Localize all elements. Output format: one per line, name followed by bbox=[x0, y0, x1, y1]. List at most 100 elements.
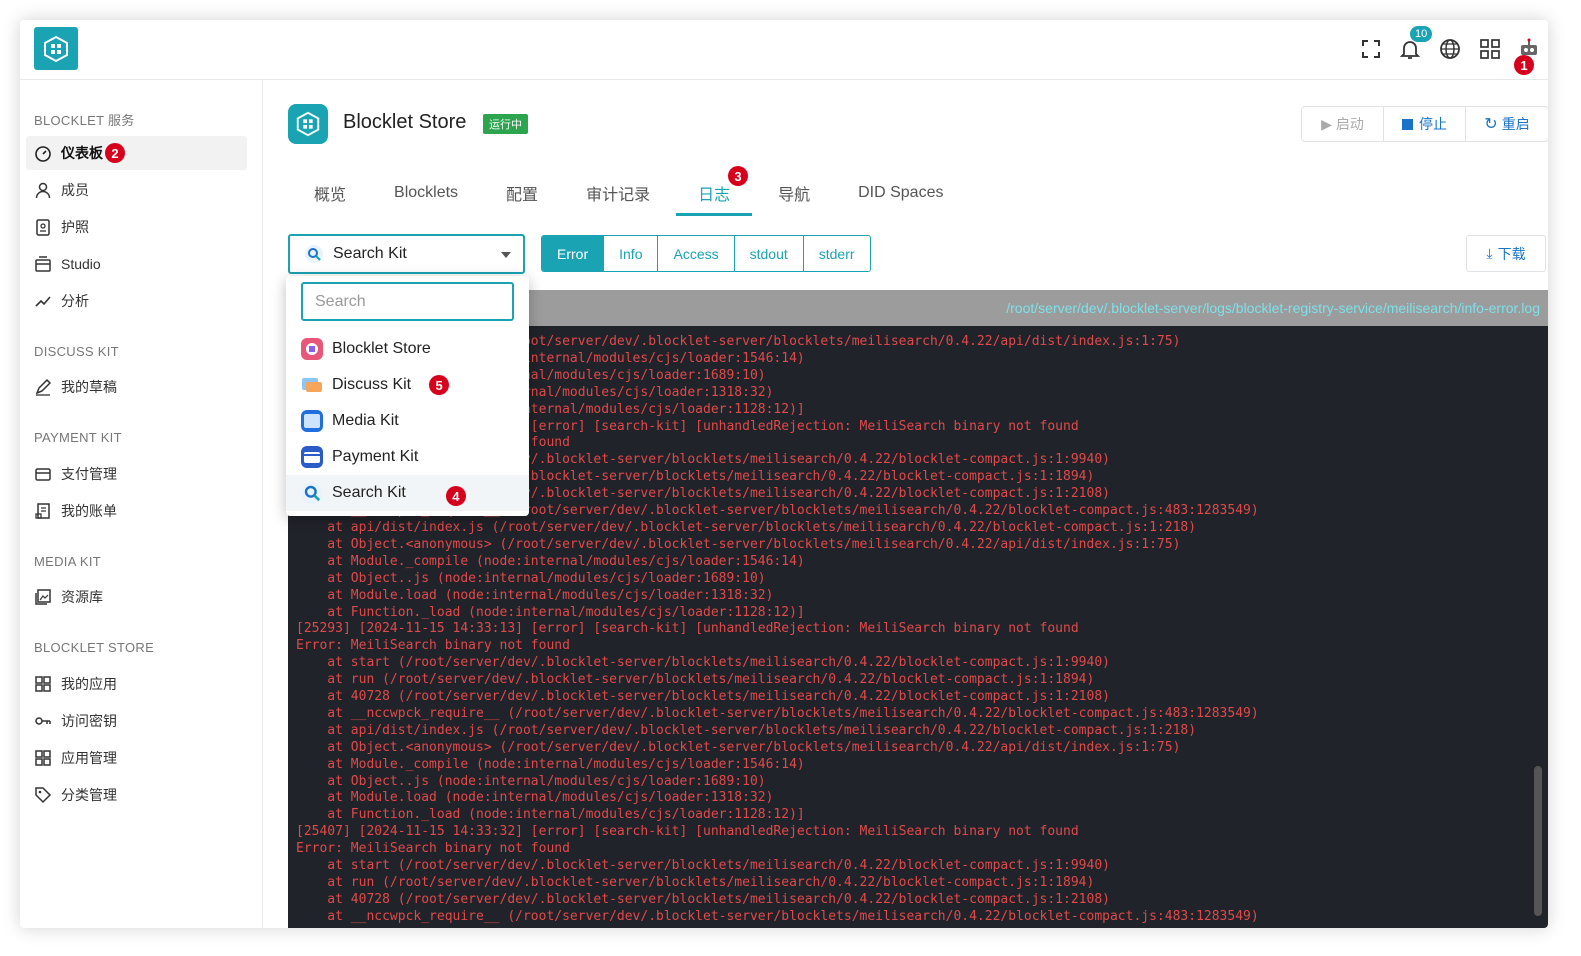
apps-grid-icon[interactable] bbox=[1477, 36, 1503, 62]
sidebar-item-dashboard[interactable]: 仪表板 2 bbox=[26, 136, 247, 170]
marker-2: 2 bbox=[105, 143, 125, 163]
start-button[interactable]: ▶ 启动 bbox=[1302, 107, 1384, 141]
sidebar-item-studio[interactable]: Studio bbox=[26, 247, 247, 281]
log-scrollbar[interactable] bbox=[1534, 766, 1542, 916]
sidebar-section-title: PAYMENT KIT bbox=[34, 430, 122, 445]
log-type-access[interactable]: Access bbox=[658, 236, 735, 271]
tab-navigation[interactable]: 导航 bbox=[754, 170, 834, 216]
sidebar-item-label: 支付管理 bbox=[61, 466, 117, 482]
tab-did-spaces[interactable]: DID Spaces bbox=[834, 170, 967, 216]
stop-button[interactable]: 停止 bbox=[1384, 107, 1466, 141]
sidebar-item-drafts[interactable]: 我的草稿 bbox=[26, 370, 247, 404]
marker-5: 5 bbox=[429, 375, 450, 395]
marker-4: 4 bbox=[445, 486, 466, 506]
sidebar-item-members[interactable]: 成员 bbox=[26, 173, 247, 207]
media-kit-icon bbox=[301, 410, 323, 432]
sidebar-item-label: 分析 bbox=[61, 293, 89, 309]
user-icon bbox=[35, 182, 51, 199]
sidebar-item-label: 资源库 bbox=[61, 589, 103, 605]
restart-button[interactable]: ↻ 重启 bbox=[1466, 107, 1548, 141]
sidebar-item-my-bills[interactable]: 我的账单 bbox=[26, 494, 247, 528]
sidebar-item-label: 我的草稿 bbox=[61, 379, 117, 395]
log-line: at Object..js (node:internal/modules/cjs… bbox=[296, 773, 766, 789]
app-action-group: ▶ 启动 停止 ↻ 重启 bbox=[1301, 106, 1548, 142]
tab-blocklets[interactable]: Blocklets bbox=[370, 170, 482, 216]
log-line: at Function._load (node:internal/modules… bbox=[296, 604, 805, 620]
fullscreen-icon[interactable] bbox=[1358, 36, 1384, 62]
sidebar-item-label: 护照 bbox=[61, 219, 89, 235]
log-line: at Module._compile (node:internal/module… bbox=[296, 756, 805, 772]
restart-icon: ↻ bbox=[1484, 116, 1498, 133]
passport-icon bbox=[36, 219, 50, 236]
search-kit-icon bbox=[301, 482, 323, 504]
apps-icon bbox=[35, 676, 51, 692]
log-line: at Object..js (node:internal/modules/cjs… bbox=[296, 570, 766, 586]
draft-icon bbox=[35, 378, 52, 396]
log-type-error[interactable]: Error bbox=[542, 236, 605, 271]
log-line: at api/dist/index.js (/root/server/dev/.… bbox=[296, 519, 1197, 535]
dashboard-icon bbox=[35, 146, 51, 162]
marker-3: 3 bbox=[728, 166, 748, 186]
log-line: at api/dist/index.js (/root/server/dev/.… bbox=[296, 722, 1197, 738]
dropdown-option-discuss-kit[interactable]: Discuss Kit 5 bbox=[286, 367, 529, 403]
sidebar-item-label: Studio bbox=[61, 256, 101, 272]
log-type-stdout[interactable]: stdout bbox=[734, 236, 804, 271]
blocklet-store-icon bbox=[301, 338, 323, 360]
globe-icon[interactable] bbox=[1437, 36, 1463, 62]
download-button[interactable]: ⤓ 下载 bbox=[1466, 235, 1546, 272]
tab-audit-log[interactable]: 审计记录 bbox=[562, 170, 674, 216]
tab-bar: 概览 Blocklets 配置 审计记录 日志 导航 DID Spaces bbox=[290, 170, 967, 216]
app-icon bbox=[288, 104, 328, 144]
log-source-select[interactable]: Search Kit bbox=[288, 234, 525, 274]
sidebar-item-label: 我的账单 bbox=[61, 503, 117, 519]
discuss-kit-icon bbox=[302, 378, 322, 392]
sidebar-item-access-keys[interactable]: 访问密钥 bbox=[26, 704, 247, 738]
blocklet-logo[interactable] bbox=[34, 27, 78, 70]
notification-count-badge: 10 bbox=[1410, 26, 1433, 42]
dropdown-option-media-kit[interactable]: Media Kit bbox=[286, 403, 529, 439]
tab-config[interactable]: 配置 bbox=[482, 170, 562, 216]
log-line: at Module.load (node:internal/modules/cj… bbox=[296, 587, 774, 603]
tab-overview[interactable]: 概览 bbox=[290, 170, 370, 216]
log-line: at Module.load (node:internal/modules/cj… bbox=[296, 790, 774, 806]
log-line: at __nccwpck_require__ (/root/server/dev… bbox=[296, 705, 1259, 721]
log-line: at run (/root/server/dev/.blocklet-serve… bbox=[296, 672, 1095, 688]
sidebar-section-title: BLOCKLET 服务 bbox=[34, 113, 135, 128]
log-line: at start (/root/server/dev/.blocklet-ser… bbox=[296, 858, 1110, 874]
top-bar: 10 1 bbox=[20, 20, 1548, 80]
sidebar-item-category-management[interactable]: 分类管理 bbox=[26, 778, 247, 812]
blocklet-store-icon bbox=[296, 111, 320, 137]
sidebar-item-app-management[interactable]: 应用管理 bbox=[26, 741, 247, 775]
tag-icon bbox=[35, 787, 52, 804]
dropdown-option-search-kit[interactable]: Search Kit 4 bbox=[286, 475, 529, 511]
log-source-value: Search Kit bbox=[333, 245, 407, 262]
sidebar-item-label: 访问密钥 bbox=[61, 713, 117, 729]
sidebar-item-my-apps[interactable]: 我的应用 bbox=[26, 667, 247, 701]
sidebar-section-title: MEDIA KIT bbox=[34, 554, 101, 569]
sidebar-item-passport[interactable]: 护照 bbox=[26, 210, 247, 244]
sidebar-item-library[interactable]: 资源库 bbox=[26, 580, 247, 614]
stop-icon bbox=[1402, 118, 1413, 130]
log-line: at run (/root/server/dev/.blocklet-serve… bbox=[296, 875, 1095, 890]
dropdown-search-input[interactable]: Search bbox=[301, 282, 514, 321]
search-kit-icon bbox=[305, 245, 323, 263]
dropdown-option-blocklet-store[interactable]: Blocklet Store bbox=[286, 331, 529, 367]
log-line: at 40728 (/root/server/dev/.blocklet-ser… bbox=[296, 891, 1110, 907]
log-source-dropdown: Search Blocklet Store Discuss Kit 5 Medi… bbox=[286, 276, 529, 516]
log-line: at start (/root/server/dev/.blocklet-ser… bbox=[296, 655, 1110, 671]
sidebar-item-payment-management[interactable]: 支付管理 bbox=[26, 457, 247, 491]
log-line: at Function._load (node:internal/modules… bbox=[296, 807, 805, 823]
log-type-stderr[interactable]: stderr bbox=[803, 236, 870, 271]
sidebar-item-label: 我的应用 bbox=[61, 676, 117, 692]
studio-icon bbox=[35, 256, 51, 272]
log-line: at Object.<anonymous> (/root/server/dev/… bbox=[296, 536, 1181, 552]
log-line: Error: MeiliSearch binary not found bbox=[296, 841, 570, 857]
app-window: 10 1 BLOCKLET 服务 仪表板 2 成员 护照 Studio 分析 D… bbox=[20, 20, 1548, 928]
dropdown-option-payment-kit[interactable]: Payment Kit bbox=[286, 439, 529, 475]
sidebar-item-label: 应用管理 bbox=[61, 750, 117, 766]
payment-icon bbox=[35, 468, 51, 481]
log-type-info[interactable]: Info bbox=[604, 236, 659, 271]
sidebar-item-analytics[interactable]: 分析 bbox=[26, 284, 247, 318]
sidebar-section-title: DISCUSS KIT bbox=[34, 344, 119, 359]
download-icon: ⤓ bbox=[1486, 245, 1493, 261]
